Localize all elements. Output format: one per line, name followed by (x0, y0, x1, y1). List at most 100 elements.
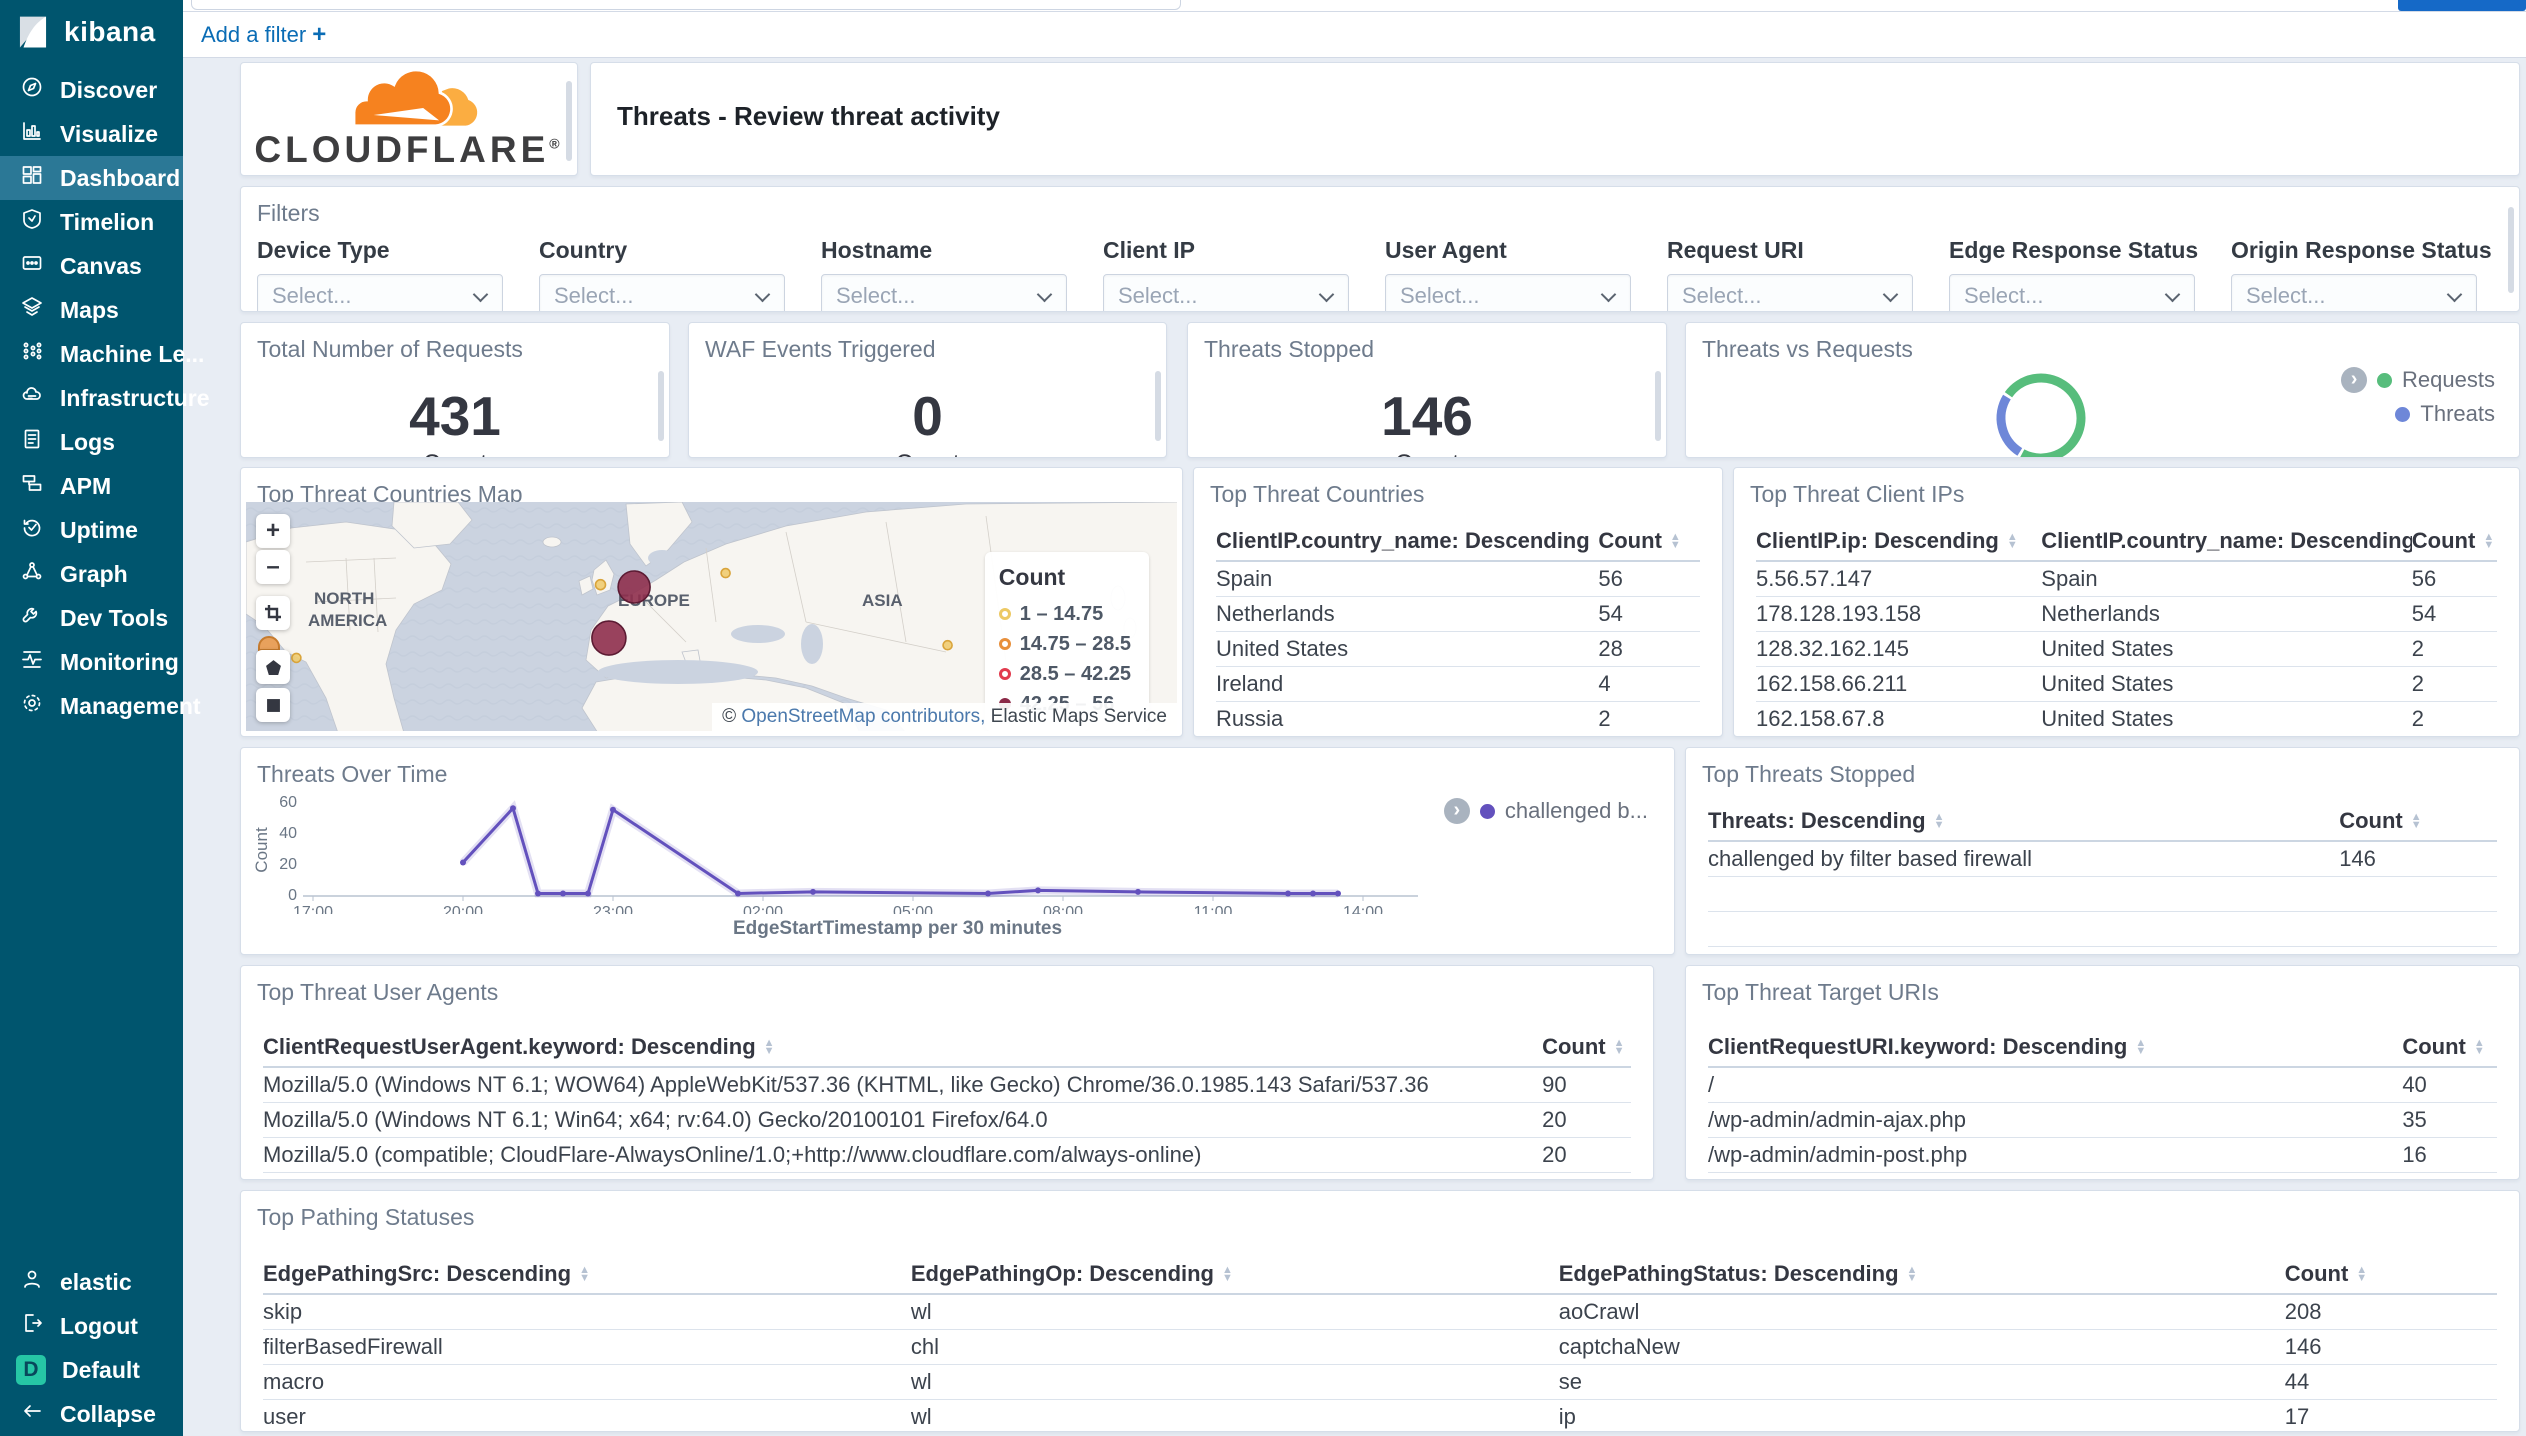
table-row: user wl ip 17 (263, 1400, 2497, 1431)
sidebar-item-dashboard[interactable]: Dashboard (0, 156, 183, 200)
map-bubble-russia[interactable] (720, 567, 731, 579)
column-header[interactable]: Count ▲ ▼ (2412, 528, 2497, 554)
data-point[interactable] (1035, 887, 1041, 894)
map-bubble-netherlands[interactable] (617, 570, 651, 604)
column-header[interactable]: EdgePathingSrc: Descending ▲ ▼ (263, 1261, 911, 1287)
filter-select-request-uri[interactable]: Select... (1667, 274, 1913, 311)
filter-label: Device Type (257, 237, 390, 263)
sidebar-item-discover[interactable]: Discover (0, 68, 183, 112)
threats-over-time-chart[interactable]: 17:00 20:00 23:00 02:00 05:00 08:00 11:00 14:00… (255, 788, 1515, 914)
threats-vs-requests-donut[interactable] (1986, 363, 2096, 458)
draw-bounds-button[interactable] (256, 688, 290, 722)
sidebar-item-monitoring[interactable]: Monitoring (0, 640, 183, 684)
column-header[interactable]: Threats: Descending ▲ ▼ (1708, 808, 2339, 834)
sidebar-item-default[interactable]: D Default (0, 1348, 183, 1392)
legend-toggle-icon[interactable]: › (2341, 367, 2368, 393)
sidebar-item-timelion[interactable]: Timelion (0, 200, 183, 244)
data-point[interactable] (560, 890, 566, 897)
sidebar-item-elastic[interactable]: elastic (0, 1260, 183, 1304)
chevron-down-icon (1600, 286, 1617, 303)
map-legend-item: 1 – 14.75 (998, 599, 1131, 629)
map-bubble-spain[interactable] (591, 620, 627, 656)
filter-field-request-uri: Request URI Select... (1667, 237, 1913, 311)
column-header[interactable]: EdgePathingOp: Descending ▲ ▼ (911, 1261, 1559, 1287)
legend-item[interactable]: Threats (2395, 401, 2495, 427)
donut-slice-threats[interactable] (1996, 394, 2023, 456)
data-point[interactable] (460, 859, 466, 866)
column-header[interactable]: Count ▲ ▼ (2402, 1034, 2497, 1060)
legend-color-dot (2395, 406, 2411, 422)
sidebar-item-graph[interactable]: Graph (0, 552, 183, 596)
column-header[interactable]: Count ▲ ▼ (2339, 808, 2497, 834)
column-header[interactable]: Count ▲ ▼ (1542, 1034, 1631, 1060)
osm-link[interactable]: OpenStreetMap contributors, (741, 706, 985, 727)
table-cell: Mozilla/5.0 (compatible; MSIE 9.0; Windo… (263, 1177, 1542, 1179)
metric-threats-stopped-panel: Threats Stopped 146 Count (1187, 322, 1667, 458)
table-row: 162.158.67.8 United States 2 (1756, 702, 2497, 736)
filter-select-edge-response-status[interactable]: Select... (1949, 274, 2195, 311)
filter-select-country[interactable]: Select... (539, 274, 785, 311)
panel-scrollbar[interactable] (2508, 207, 2514, 293)
panel-scrollbar[interactable] (1155, 371, 1161, 441)
data-point[interactable] (735, 890, 741, 897)
sidebar-item-logs[interactable]: Logs (0, 420, 183, 464)
filter-select-client-ip[interactable]: Select... (1103, 274, 1349, 311)
column-header[interactable]: ClientRequestURI.keyword: Descending ▲ ▼ (1708, 1034, 2402, 1060)
sidebar-item-uptime[interactable]: Uptime (0, 508, 183, 552)
legend-item[interactable]: › Requests (2341, 367, 2495, 393)
update-button-fragment[interactable] (2398, 0, 2526, 11)
draw-polygon-button[interactable] (256, 650, 290, 684)
world-map[interactable]: NORTH AMERICA EUROPE ASIA + – Count 1 – 14.… (246, 502, 1177, 731)
sidebar-item-collapse[interactable]: Collapse (0, 1392, 183, 1436)
sidebar-item-apm[interactable]: APM (0, 464, 183, 508)
map-bubble-china[interactable] (942, 639, 953, 651)
sidebar-item-management[interactable]: Management (0, 684, 201, 728)
sidebar-item-machine-le[interactable]: Machine Le... (0, 332, 204, 376)
legend-item[interactable]: › challenged b... (1443, 798, 1648, 824)
sidebar-item-canvas[interactable]: Canvas (0, 244, 183, 288)
zoom-out-button[interactable]: – (256, 550, 290, 584)
column-header[interactable]: EdgePathingStatus: Descending ▲ ▼ (1559, 1261, 2285, 1287)
data-point[interactable] (610, 806, 616, 813)
filter-select-user-agent[interactable]: Select... (1385, 274, 1631, 311)
top-threat-countries-panel: Top Threat Countries ClientIP.country_na… (1193, 467, 1723, 737)
donut-slice-requests[interactable] (2004, 373, 2086, 458)
kibana-home-link[interactable]: kibana (0, 0, 183, 64)
data-point[interactable] (585, 890, 591, 897)
fit-extent-button[interactable] (256, 596, 290, 630)
legend-toggle-icon[interactable]: › (1443, 798, 1470, 824)
sidebar-item-maps[interactable]: Maps (0, 288, 183, 332)
sidebar-item-visualize[interactable]: Visualize (0, 112, 183, 156)
filter-select-origin-response-status[interactable]: Select... (2231, 274, 2477, 311)
sidebar-item-infrastructure[interactable]: Infrastructure (0, 376, 210, 420)
column-header[interactable]: ClientIP.ip: Descending ▲ ▼ (1756, 528, 2041, 554)
filter-select-device-type[interactable]: Select... (257, 274, 503, 311)
data-point[interactable] (1335, 890, 1341, 897)
map-bubble-united-states-b[interactable] (291, 652, 302, 664)
data-point[interactable] (535, 890, 541, 897)
query-input-fragment[interactable] (191, 0, 1181, 10)
map-bubble-ireland[interactable] (594, 578, 607, 591)
panel-title: Top Threat Countries (1210, 481, 1425, 507)
column-header[interactable]: ClientIP.country_name: Descending▲▼ (2041, 528, 2412, 554)
data-point[interactable] (510, 805, 516, 812)
column-header[interactable]: ClientRequestUserAgent.keyword: Descendi… (263, 1034, 1542, 1060)
data-point[interactable] (810, 888, 816, 895)
panel-scrollbar[interactable] (658, 371, 664, 441)
data-point[interactable] (985, 890, 991, 897)
data-point[interactable] (1285, 890, 1291, 897)
column-header[interactable]: Count ▲ ▼ (2285, 1261, 2497, 1287)
add-filter-link[interactable]: Add a filter + (201, 21, 326, 49)
sidebar-item-dev-tools[interactable]: Dev Tools (0, 596, 183, 640)
monitoring-icon (20, 647, 44, 677)
column-header[interactable]: ClientIP.country_name: Descending▲▼ (1216, 528, 1598, 554)
cloudflare-logo-panel: CLOUDFLARE® (240, 62, 578, 176)
panel-scrollbar[interactable] (1655, 371, 1661, 441)
column-header[interactable]: Count ▲ ▼ (1598, 528, 1700, 554)
filter-select-hostname[interactable]: Select... (821, 274, 1067, 311)
data-point[interactable] (1135, 888, 1141, 895)
zoom-in-button[interactable]: + (256, 514, 290, 548)
data-point[interactable] (1310, 890, 1316, 897)
panel-scrollbar[interactable] (566, 81, 572, 161)
sidebar-item-logout[interactable]: Logout (0, 1304, 183, 1348)
